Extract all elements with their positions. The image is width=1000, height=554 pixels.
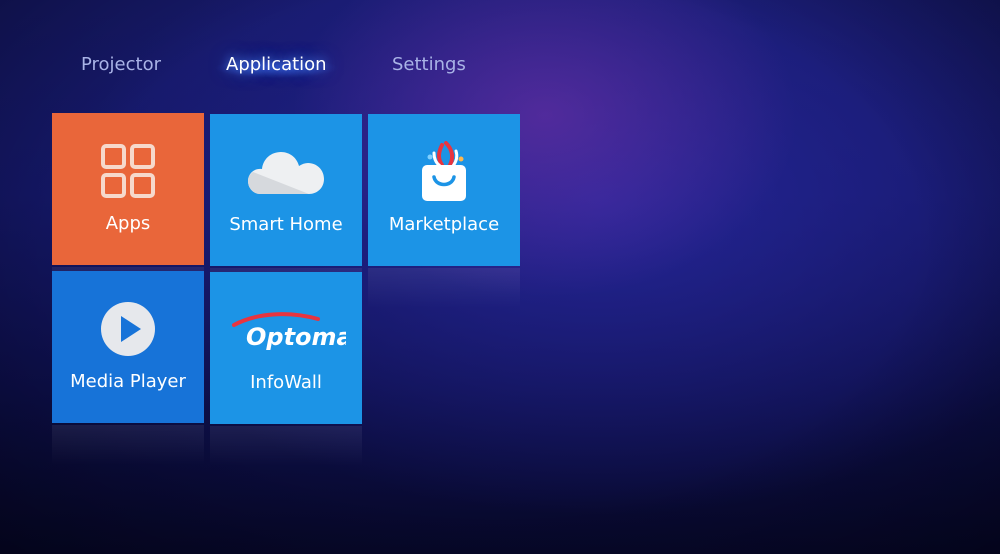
apps-tile[interactable]: Apps — [52, 113, 204, 307]
apps-tile-label: Apps — [105, 213, 151, 234]
media-player-tile-reflection — [52, 425, 204, 465]
smart-home-tile-label: Smart Home — [229, 214, 343, 235]
cloud-icon — [210, 142, 362, 202]
play-icon — [52, 299, 204, 359]
optoma-logo: Optoma — [210, 300, 362, 360]
smart-home-tile[interactable]: Smart Home — [210, 114, 362, 308]
tab-projector[interactable]: Projector — [81, 50, 161, 82]
shopping-bag-icon — [368, 141, 520, 202]
apps-grid-icon — [52, 141, 204, 201]
tab-settings[interactable]: Settings — [392, 50, 466, 82]
media-player-tile-label: Media Player — [70, 371, 186, 392]
infowall-tile-reflection — [210, 426, 362, 466]
media-player-tile[interactable]: Media Player — [52, 271, 204, 465]
top-tab-bar: Projector Application Settings — [0, 50, 1000, 82]
tab-application[interactable]: Application — [214, 50, 339, 82]
marketplace-tile-reflection — [368, 268, 520, 308]
marketplace-tile[interactable]: Marketplace — [368, 114, 520, 308]
infowall-tile[interactable]: Optoma InfoWall — [210, 272, 362, 466]
infowall-tile-label: InfoWall — [250, 372, 322, 393]
optoma-logo-text: Optoma — [246, 323, 346, 351]
marketplace-tile-label: Marketplace — [388, 214, 500, 235]
